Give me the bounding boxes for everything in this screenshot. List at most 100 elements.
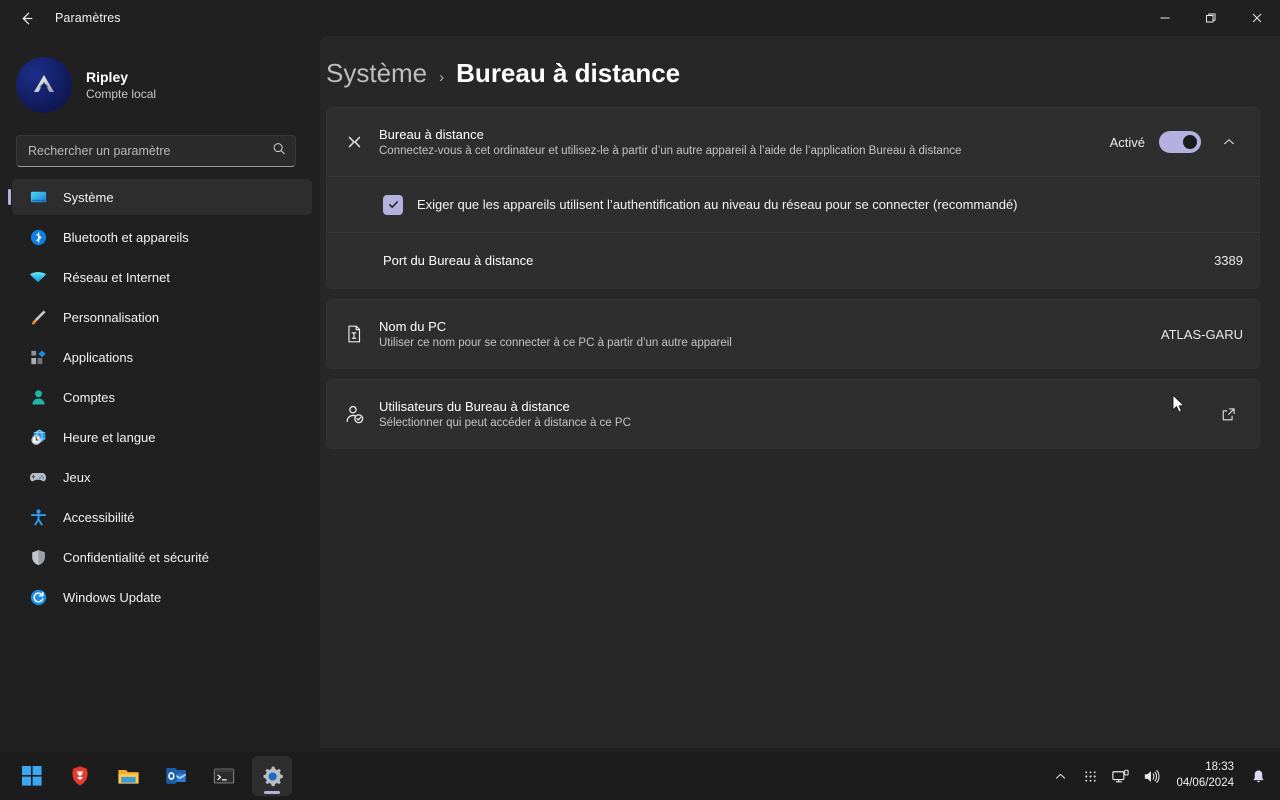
sidebar-item-label: Accessibilité <box>63 509 135 525</box>
pc-name-title: Nom du PC <box>379 319 447 334</box>
sidebar-item-label: Réseau et Internet <box>63 269 170 285</box>
sidebar-item-label: Personnalisation <box>63 309 160 325</box>
remote-desktop-card: Bureau à distance Connectez-vous à cet o… <box>326 107 1260 289</box>
external-link-icon <box>1222 407 1235 420</box>
nla-checkbox[interactable] <box>383 194 403 215</box>
breadcrumb: Système › Bureau à distance <box>326 58 1280 89</box>
outlook-icon <box>166 768 186 784</box>
remote-desktop-subtitle: Connectez-vous à cet ordinateur et utili… <box>379 145 962 157</box>
document-info-icon <box>343 323 379 345</box>
gamepad-icon <box>28 467 48 487</box>
ime-indicator-button[interactable] <box>1076 756 1104 796</box>
sidebar-item-comptes[interactable]: Comptes <box>12 379 312 415</box>
remote-desktop-toggle[interactable] <box>1159 131 1201 153</box>
monitor-icon <box>28 187 48 207</box>
user-check-icon <box>343 403 379 426</box>
brave-icon <box>72 766 88 786</box>
search-input[interactable] <box>17 144 295 158</box>
port-value: 3389 <box>1214 253 1243 268</box>
windows-logo-icon <box>22 766 42 786</box>
breadcrumb-parent[interactable]: Système <box>326 58 427 89</box>
remote-users-subtitle: Sélectionner qui peut accéder à distance… <box>379 417 631 429</box>
sidebar-item-jeux[interactable]: Jeux <box>12 459 312 495</box>
clock-date: 04/06/2024 <box>1176 777 1234 789</box>
sidebar-item-windows-update[interactable]: Windows Update <box>12 579 312 615</box>
settings-cards: Bureau à distance Connectez-vous à cet o… <box>326 107 1260 449</box>
terminal-icon <box>213 768 235 784</box>
window-controls <box>1142 0 1280 36</box>
settings-button[interactable] <box>252 756 292 796</box>
terminal-button[interactable] <box>204 756 244 796</box>
sidebar-item-systeme[interactable]: Système <box>12 179 312 215</box>
sidebar-item-label: Confidentialité et sécurité <box>63 549 209 565</box>
arrow-left-icon <box>22 12 32 24</box>
sidebar-item-label: Bluetooth et appareils <box>63 229 189 245</box>
remote-users-row[interactable]: Utilisateurs du Bureau à distance Sélect… <box>327 380 1259 448</box>
user-avatar-icon <box>34 75 54 92</box>
port-label: Port du Bureau à distance <box>383 253 534 268</box>
volume-button[interactable] <box>1137 756 1166 796</box>
clock-button[interactable]: 18:33 04/06/2024 <box>1168 756 1242 796</box>
remote-desktop-port-row: Port du Bureau à distance 3389 <box>327 232 1259 288</box>
pc-name-card: Nom du PC Utiliser ce nom pour se connec… <box>326 299 1260 369</box>
start-button[interactable] <box>12 756 52 796</box>
notifications-button[interactable] <box>1244 756 1272 796</box>
sidebar-item-bluetooth[interactable]: Bluetooth et appareils <box>12 219 312 255</box>
account-name: Ripley <box>86 69 129 85</box>
sidebar-item-label: Windows Update <box>63 589 162 605</box>
person-icon <box>28 387 48 407</box>
clock-globe-icon <box>28 427 48 447</box>
sidebar-item-reseau[interactable]: Réseau et Internet <box>12 259 312 295</box>
window-title: Paramètres <box>55 11 121 25</box>
pc-name-row: Nom du PC Utiliser ce nom pour se connec… <box>327 300 1259 368</box>
remote-users-title: Utilisateurs du Bureau à distance <box>379 399 570 414</box>
avatar <box>16 57 72 113</box>
sidebar-item-label: Comptes <box>63 389 116 405</box>
breadcrumb-separator-icon: › <box>439 69 445 86</box>
search-box[interactable] <box>16 135 296 167</box>
sidebar-item-label: Heure et langue <box>63 429 156 445</box>
bluetooth-icon <box>28 227 48 247</box>
grid-dots-icon <box>1085 770 1096 782</box>
wifi-icon <box>28 267 48 287</box>
shield-icon <box>28 547 48 567</box>
tray-overflow-button[interactable] <box>1046 756 1074 796</box>
account-block[interactable]: Ripley Compte local <box>16 57 320 113</box>
sidebar-item-label: Jeux <box>63 469 91 485</box>
chevron-up-icon <box>1224 139 1234 145</box>
taskbar-apps <box>12 756 292 796</box>
sidebar-item-applications[interactable]: Applications <box>12 339 312 375</box>
main-content: Système › Bureau à distance Bureau à dis… <box>320 36 1280 748</box>
taskbar: 18:33 04/06/2024 <box>0 752 1280 800</box>
check-icon <box>388 201 398 208</box>
sidebar-nav: Système Bluetooth et appareils Réseau et… <box>0 179 320 615</box>
remote-desktop-toggle-state: Activé <box>1109 134 1145 150</box>
expand-collapse-button[interactable] <box>1215 128 1243 156</box>
minimize-button[interactable] <box>1142 0 1188 36</box>
open-remote-users-button[interactable] <box>1213 399 1243 429</box>
back-button[interactable] <box>6 2 46 34</box>
apps-icon <box>28 347 48 367</box>
remote-desktop-icon <box>343 131 379 153</box>
network-monitor-icon <box>1112 769 1130 782</box>
title-bar: Paramètres <box>0 0 1280 36</box>
outlook-button[interactable] <box>156 756 196 796</box>
sidebar-item-accessibilite[interactable]: Accessibilité <box>12 499 312 535</box>
chevron-up-icon <box>1055 773 1065 779</box>
folder-icon <box>117 769 139 784</box>
close-button[interactable] <box>1234 0 1280 36</box>
remote-desktop-title: Bureau à distance <box>379 127 484 142</box>
sidebar-item-confidentialite[interactable]: Confidentialité et sécurité <box>12 539 312 575</box>
system-tray: 18:33 04/06/2024 <box>1046 756 1272 796</box>
maximize-button[interactable] <box>1188 0 1234 36</box>
remote-desktop-row[interactable]: Bureau à distance Connectez-vous à cet o… <box>327 108 1259 176</box>
brave-browser-button[interactable] <box>60 756 100 796</box>
sidebar-item-personnalisation[interactable]: Personnalisation <box>12 299 312 335</box>
network-button[interactable] <box>1106 756 1135 796</box>
sidebar: Ripley Compte local Rechercher un paramè… <box>0 36 320 748</box>
sidebar-item-heure-langue[interactable]: Heure et langue <box>12 419 312 455</box>
file-explorer-button[interactable] <box>108 756 148 796</box>
nla-checkbox-row[interactable]: Exiger que les appareils utilisent l’aut… <box>327 176 1259 232</box>
pc-name-value: ATLAS-GARU <box>1160 326 1243 342</box>
remote-users-card[interactable]: Utilisateurs du Bureau à distance Sélect… <box>326 379 1260 449</box>
